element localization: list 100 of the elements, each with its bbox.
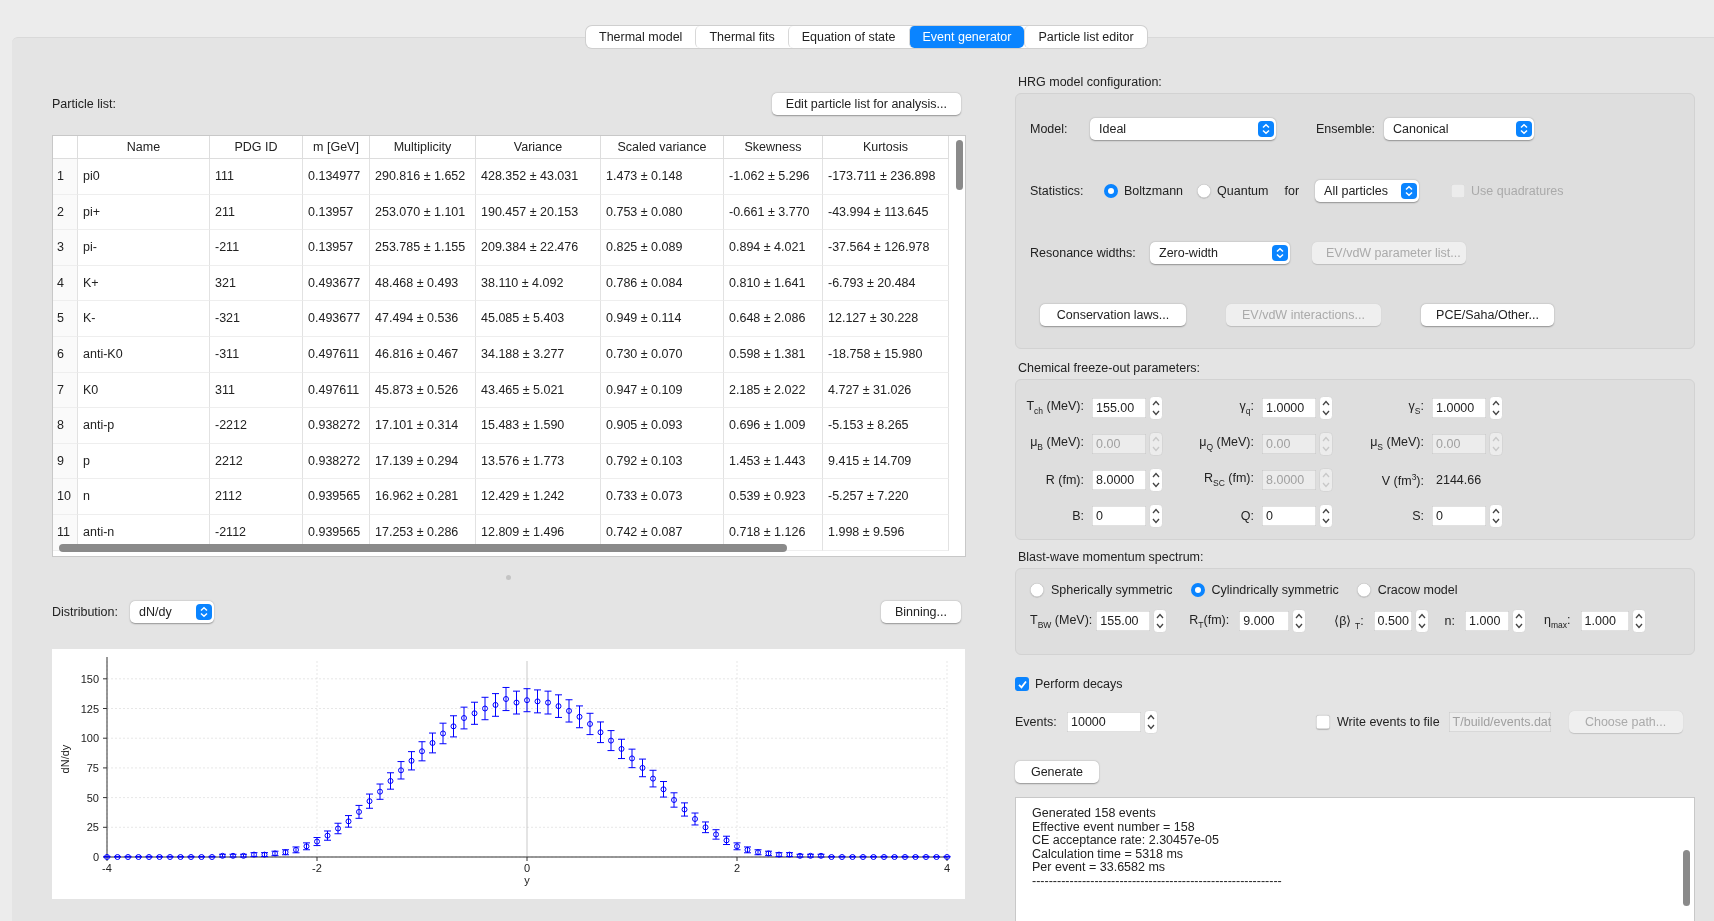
row-number: 3 xyxy=(53,230,78,266)
field-label: γ$_{S}$: xyxy=(1407,399,1425,416)
option-label: Spherically symmetric xyxy=(1051,583,1173,598)
table-cell: 17.139 ± 0.294 xyxy=(370,443,476,480)
tick-label: 125 xyxy=(80,702,99,715)
table-cell: -2212 xyxy=(210,408,303,444)
table-cell: 0.939565 xyxy=(303,479,370,515)
table-cell: 0.598 ± 1.381 xyxy=(724,336,823,373)
table-cell: 16.962 ± 0.281 xyxy=(370,479,476,515)
table-cell: 0.493677 xyxy=(303,265,370,302)
table-cell: 311 xyxy=(210,372,303,409)
axis-label: dN/dy xyxy=(59,744,71,774)
table-cell: 0.648 ± 2.086 xyxy=(724,301,823,337)
table-cell: 0.753 ± 0.080 xyxy=(601,194,724,231)
table-cell: 0.539 ± 0.923 xyxy=(724,479,823,515)
field-label: n: xyxy=(1444,614,1457,629)
table-cell: 0.786 ± 0.084 xyxy=(601,265,724,302)
table-cell: 9.415 ± 14.709 xyxy=(823,443,949,480)
table-cell: 0.810 ± 1.641 xyxy=(724,265,823,302)
table-cell: 0.949 ± 0.114 xyxy=(601,301,724,337)
field-label: R (fm): xyxy=(1044,472,1085,487)
tick-label: -2 xyxy=(312,862,322,874)
table-cell: 0.938272 xyxy=(303,408,370,444)
log-line: Generated 158 events xyxy=(1032,807,1157,821)
table-cell: 12.127 ± 30.228 xyxy=(823,301,949,337)
table-cell: 190.457 ± 20.153 xyxy=(476,194,601,231)
log-line: ------------------------------------------------------------ xyxy=(1032,875,1283,889)
table-cell: -321 xyxy=(210,301,303,337)
log-line: Calculation time = 5318 ms xyxy=(1032,847,1185,862)
table-cell: 45.873 ± 0.526 xyxy=(370,372,476,409)
log-line: Per event = 33.6582 ms xyxy=(1032,861,1167,876)
table-cell: 321 xyxy=(210,265,303,302)
table-cell: 0.696 ± 1.009 xyxy=(724,408,823,444)
field-label: T$_{BW}$ (MeV): xyxy=(1030,613,1094,630)
table-cell: 0.905 ± 0.093 xyxy=(601,408,724,444)
table-cell: 0.733 ± 0.073 xyxy=(601,479,724,515)
table-cell: 45.085 ± 5.403 xyxy=(476,301,601,337)
table-cell: 34.188 ± 3.277 xyxy=(476,336,601,373)
table-cell: 17.101 ± 0.314 xyxy=(370,408,476,444)
table-cell: 0.497611 xyxy=(303,336,370,373)
field-label: Distribution: xyxy=(52,605,118,619)
table-cell: 0.497611 xyxy=(303,372,370,409)
row-number: 8 xyxy=(53,408,78,444)
table-cell: 12.429 ± 1.242 xyxy=(476,479,601,515)
field-label: ⟨β⟩ $_{T}$: xyxy=(1334,612,1365,630)
table-cell: 0.13957 xyxy=(303,230,370,266)
table-cell: -6.793 ± 20.484 xyxy=(823,265,949,302)
field-label: μ$_{S}$ (MeV): xyxy=(1369,435,1425,452)
table-cell: 253.070 ± 1.101 xyxy=(370,194,476,231)
tick-label: 4 xyxy=(943,862,951,874)
tick-label: 0 xyxy=(92,851,99,863)
table-cell: -5.153 ± 8.265 xyxy=(823,408,949,444)
row-number: 4 xyxy=(53,265,78,302)
table-cell: 0.792 ± 0.103 xyxy=(601,443,724,480)
table-cell: 0.938272 xyxy=(303,443,370,480)
field-label: Q: xyxy=(1239,508,1255,523)
table-cell: -173.711 ± 236.898 xyxy=(823,159,949,195)
field-label: γ$_{q}$: xyxy=(1238,399,1255,416)
table-cell: pi- xyxy=(78,230,210,266)
field-label: V (fm$^{3}$): xyxy=(1380,471,1425,488)
tick-label: 0 xyxy=(523,862,531,874)
log-line: CE acceptance rate: 2.30457e-05 xyxy=(1032,834,1220,848)
table-cell: 111 xyxy=(210,159,303,195)
tick-label: 25 xyxy=(86,821,99,834)
row-number: 7 xyxy=(53,372,78,409)
field-label: Events: xyxy=(1015,715,1058,730)
table-cell: 13.576 ± 1.773 xyxy=(476,443,601,480)
table-cell: K- xyxy=(78,301,210,337)
tick-label: 150 xyxy=(80,672,99,685)
field-label: T$_{ch}$ (MeV): xyxy=(1025,399,1085,416)
option-label: Boltzmann xyxy=(1124,184,1184,198)
field-label: S: xyxy=(1411,508,1425,523)
field-label: B: xyxy=(1071,508,1085,523)
table-cell: 428.352 ± 43.031 xyxy=(476,159,601,195)
table-cell: 211 xyxy=(210,194,303,231)
field-label: Model: xyxy=(1030,122,1069,136)
row-number: 1 xyxy=(53,159,78,195)
table-cell: 0.894 ± 4.021 xyxy=(724,230,823,266)
table-cell: -0.661 ± 3.770 xyxy=(724,194,823,231)
tick-label: 50 xyxy=(86,791,99,804)
row-number: 9 xyxy=(53,443,78,480)
table-cell: 1.473 ± 0.148 xyxy=(601,159,724,195)
table-cell: 2112 xyxy=(210,479,303,515)
table-cell: 0.825 ± 0.089 xyxy=(601,230,724,266)
tick-label: 75 xyxy=(86,761,99,774)
tick-label: 2 xyxy=(733,862,741,874)
table-cell: -1.062 ± 5.296 xyxy=(724,159,823,195)
table-cell: 0.947 ± 0.109 xyxy=(601,372,724,409)
table-cell: 15.483 ± 1.590 xyxy=(476,408,601,444)
option-label: Cylindrically symmetric xyxy=(1211,583,1339,598)
table-cell: -5.257 ± 7.220 xyxy=(823,479,949,515)
table-cell: 290.816 ± 1.652 xyxy=(370,159,476,195)
volume-value: 2144.66 xyxy=(1435,472,1483,487)
field-label: η$_{max}$: xyxy=(1544,613,1572,630)
table-cell: 0.13957 xyxy=(303,194,370,231)
table-cell: 48.468 ± 0.493 xyxy=(370,265,476,302)
field-label: μ$_{B}$ (MeV): xyxy=(1029,435,1085,452)
group-title: HRG model configuration: xyxy=(1018,75,1163,89)
section-label: Particle list: xyxy=(52,97,116,111)
axis-label: y xyxy=(524,874,530,886)
